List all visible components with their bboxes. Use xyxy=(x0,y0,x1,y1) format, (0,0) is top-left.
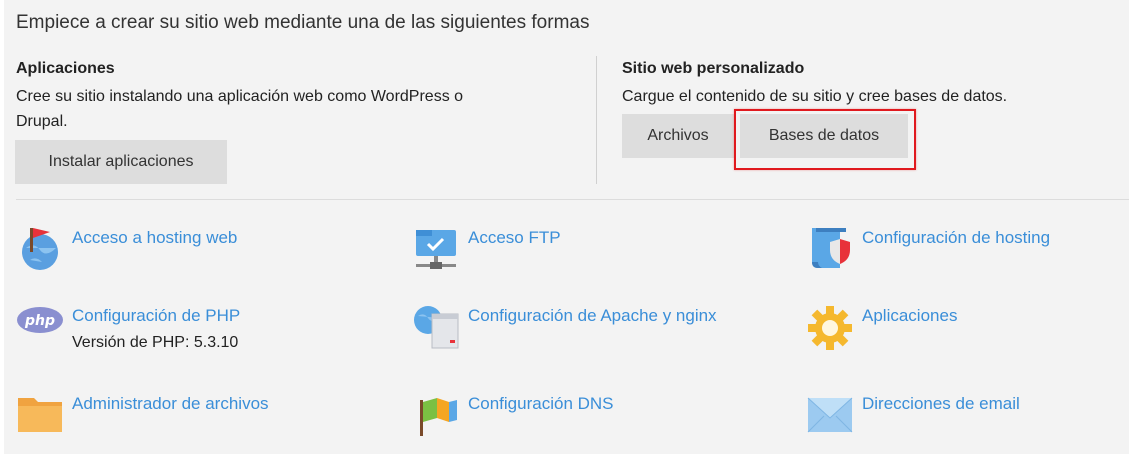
tool-php-settings[interactable]: php Configuración de PHP Versión de PHP:… xyxy=(16,302,240,352)
tool-label[interactable]: Aplicaciones xyxy=(862,306,957,326)
tool-email-addresses[interactable]: Direcciones de email xyxy=(806,390,1020,438)
intro-heading: Empiece a crear su sitio web mediante un… xyxy=(16,12,590,33)
folder-icon xyxy=(18,398,62,432)
custom-section-title: Sitio web personalizado xyxy=(622,60,805,77)
apps-section-title: Aplicaciones xyxy=(16,60,115,77)
section-divider xyxy=(596,56,597,184)
server-globe-icon xyxy=(414,306,459,349)
custom-section-desc: Cargue el contenido de su sitio y cree b… xyxy=(622,88,1008,105)
ftp-folder-icon xyxy=(416,230,456,269)
tool-label[interactable]: Direcciones de email xyxy=(862,394,1020,414)
apps-desc-line1: Cree su sitio instalando una aplicación … xyxy=(16,88,464,105)
tool-applications[interactable]: Aplicaciones xyxy=(806,302,957,350)
databases-highlight-box xyxy=(734,109,916,170)
tools-divider xyxy=(16,199,1129,200)
files-button[interactable]: Archivos xyxy=(622,114,734,158)
tool-label[interactable]: Configuración de hosting xyxy=(862,228,1050,248)
tool-file-manager[interactable]: Administrador de archivos xyxy=(16,390,269,438)
tool-label[interactable]: Configuración DNS xyxy=(468,394,614,414)
tool-hosting-settings[interactable]: Configuración de hosting xyxy=(806,224,1050,272)
install-apps-button[interactable]: Instalar aplicaciones xyxy=(15,140,227,184)
hosting-shield-icon xyxy=(812,228,850,268)
svg-text:php: php xyxy=(24,313,55,329)
apps-desc-line2: Drupal. xyxy=(16,113,68,130)
gear-icon xyxy=(808,306,852,350)
tool-hosting-access[interactable]: Acceso a hosting web xyxy=(16,224,237,272)
apps-section-desc: Cree su sitio instalando una aplicación … xyxy=(16,84,463,134)
tool-label[interactable]: Acceso a hosting web xyxy=(72,228,237,248)
dns-flags-icon xyxy=(420,398,457,436)
tool-label[interactable]: Configuración de Apache y nginx xyxy=(468,306,717,326)
tool-dns-settings[interactable]: Configuración DNS xyxy=(412,390,614,438)
tool-label[interactable]: Configuración de PHP xyxy=(72,306,240,326)
websites-panel: Empiece a crear su sitio web mediante un… xyxy=(4,0,1129,454)
tool-apache-nginx[interactable]: Configuración de Apache y nginx xyxy=(412,302,717,350)
php-icon: php xyxy=(17,307,63,333)
globe-flag-icon xyxy=(22,228,58,270)
tool-label[interactable]: Acceso FTP xyxy=(468,228,561,248)
php-version-text: Versión de PHP: 5.3.10 xyxy=(72,334,239,351)
tool-ftp-access[interactable]: Acceso FTP xyxy=(412,224,561,272)
envelope-icon xyxy=(807,397,853,433)
tool-label[interactable]: Administrador de archivos xyxy=(72,394,269,414)
